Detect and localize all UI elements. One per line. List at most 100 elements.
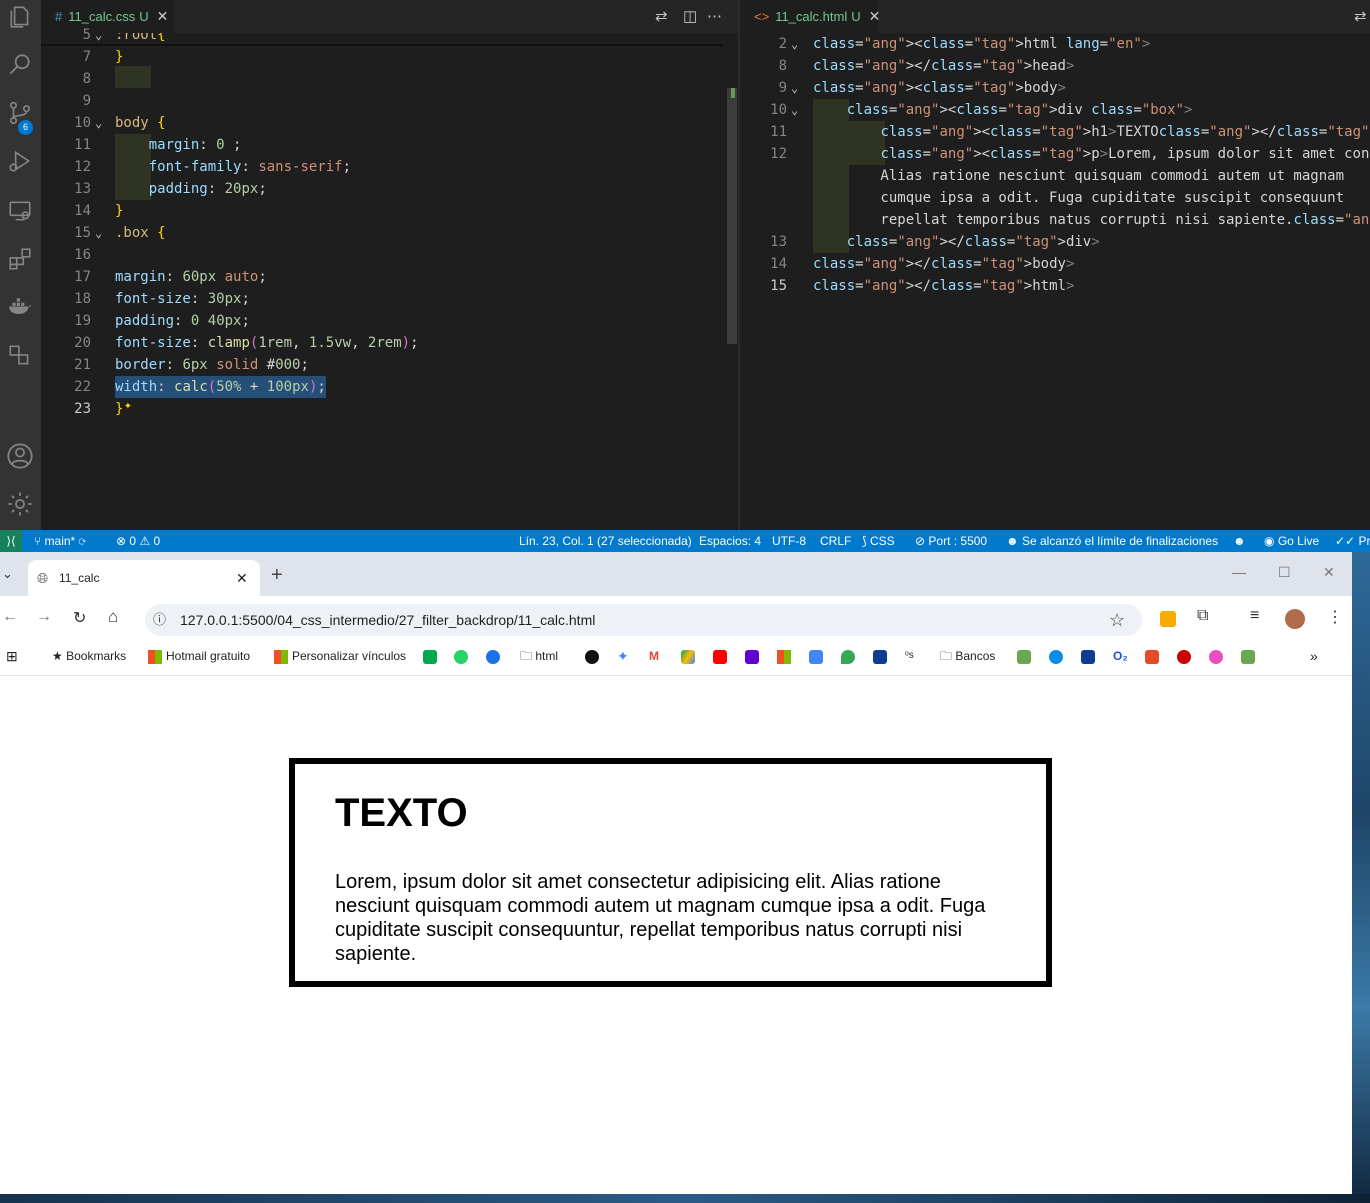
maximize-button[interactable]: ☐ — [1278, 564, 1291, 581]
bookmark-personalizar[interactable]: Personalizar vínculos — [274, 642, 406, 676]
code-line[interactable]: padding: 0 40px; — [115, 310, 250, 332]
bookmark-bookmarks[interactable]: ★ Bookmarks — [52, 642, 126, 676]
bookmark-maps[interactable] — [841, 642, 857, 676]
code-line[interactable]: font-size: 30px; — [115, 288, 250, 310]
close-icon[interactable]: ✕ — [869, 8, 881, 24]
code-line[interactable]: class="ang"></class="tag">head> — [813, 55, 1074, 77]
bookmark-ext-2[interactable] — [1241, 642, 1257, 676]
code-line[interactable]: class="ang"><class="tag">div class="box"… — [813, 99, 1193, 121]
sync-icon[interactable]: ⟳ — [75, 534, 86, 548]
go-live-button[interactable]: ◉ Go Live — [1264, 530, 1319, 552]
fold-chevron-icon[interactable]: ⌄ — [791, 77, 798, 99]
line-ending[interactable]: CRLF — [820, 530, 851, 552]
code-line[interactable]: } — [115, 200, 123, 222]
extension-keep-icon[interactable] — [1160, 611, 1176, 627]
more-bookmarks-icon[interactable]: » — [1310, 642, 1318, 676]
close-window-button[interactable]: ✕ — [1323, 564, 1335, 581]
bookmark-gmail[interactable]: M — [649, 642, 659, 676]
code-line[interactable]: class="ang"><class="tag">html lang="en"> — [813, 33, 1150, 55]
accounts-icon[interactable] — [4, 442, 36, 474]
bookmark-s[interactable] — [1145, 642, 1161, 676]
bookmark-ext-1[interactable] — [1017, 642, 1033, 676]
language-mode[interactable]: ⟆ CSS — [862, 530, 895, 552]
code-line[interactable]: body { — [115, 112, 166, 134]
explorer-icon[interactable] — [4, 4, 36, 36]
indentation[interactable]: Espacios: 4 — [699, 530, 761, 552]
bookmark-calendar[interactable] — [809, 642, 825, 676]
bookmark-microsoft[interactable] — [777, 642, 795, 676]
address-bar[interactable]: ⓘ 127.0.0.1:5500/04_css_intermedio/27_fi… — [145, 604, 1142, 636]
code-line[interactable]: margin: 60px auto; — [115, 266, 267, 288]
minimize-button[interactable]: — — [1232, 564, 1246, 580]
code-line[interactable]: class="ang"></class="tag">body> — [813, 253, 1074, 275]
code-line[interactable]: class="ang"><class="tag">p>Lorem, ipsum … — [813, 143, 1370, 165]
code-line[interactable]: border: 6px solid #000; — [115, 354, 309, 376]
code-line[interactable]: .box { — [115, 222, 166, 244]
problems-indicator[interactable]: ⊗ 0 ⚠ 0 — [116, 530, 160, 552]
bookmark-chat[interactable] — [486, 642, 502, 676]
bookmark-edge[interactable] — [1049, 642, 1065, 676]
live-server-port[interactable]: ⊘ Port : 5500 — [915, 530, 987, 552]
media-control-icon[interactable]: ≡ — [1250, 607, 1259, 625]
encoding[interactable]: UTF-8 — [772, 530, 806, 552]
bookmark-gemini[interactable]: ✦ — [617, 642, 629, 676]
html-editor[interactable]: <> 11_calc.html U ✕ ⇄ 2 ⌄ class="ang"><class=… — [740, 0, 1370, 530]
bookmark-star-icon[interactable]: ☆ — [1109, 604, 1125, 636]
bookmark-whatsapp[interactable] — [454, 642, 470, 676]
extensions-icon[interactable] — [4, 246, 36, 278]
bookmark-app-a2[interactable] — [1081, 642, 1097, 676]
css-editor[interactable]: #11_calc.css U ✕ ⇄ ◫ ⋯ 5 ⌄:root{7} 8 9 10 ⌄ body… — [41, 0, 738, 530]
code-line[interactable]: class="ang"><class="tag">body> — [813, 77, 1066, 99]
close-icon[interactable]: ✕ — [157, 8, 169, 24]
tab-search-icon[interactable]: ⌄ — [2, 566, 13, 582]
bookmark-flower[interactable] — [1177, 642, 1193, 676]
split-editor-icon[interactable]: ◫ — [683, 7, 697, 25]
code-line[interactable]: } — [115, 46, 123, 68]
settings-icon[interactable] — [4, 490, 36, 522]
fold-chevron-icon[interactable]: ⌄ — [95, 24, 102, 46]
code-line[interactable]: width: calc(50% + 100px); — [115, 376, 326, 398]
bookmark-hotmail[interactable]: Hotmail gratuito — [148, 642, 250, 676]
fold-chevron-icon[interactable]: ⌄ — [791, 99, 798, 121]
reload-icon[interactable]: ↻ — [73, 608, 86, 628]
copilot-sparkle-icon[interactable]: ✦ — [124, 398, 132, 413]
docker-icon[interactable] — [4, 294, 36, 326]
apps-grid-icon[interactable]: ⊞ — [6, 642, 18, 676]
back-icon[interactable]: ← — [2, 608, 18, 626]
scrollbar-thumb[interactable] — [727, 88, 737, 344]
site-info-icon[interactable]: ⓘ — [153, 604, 166, 636]
forward-icon[interactable]: → — [36, 608, 52, 626]
bookmark-youtube[interactable] — [713, 642, 729, 676]
branch-indicator[interactable]: ⑂ main* ⟳ — [34, 530, 86, 552]
code-line[interactable]: cumque ipsa a odit. Fuga cupiditate susc… — [813, 187, 1344, 209]
fold-chevron-icon[interactable]: ⌄ — [95, 112, 102, 134]
bookmark-github[interactable] — [585, 642, 601, 676]
code-line[interactable]: font-size: clamp(1rem, 1.5vw, 2rem); — [115, 332, 419, 354]
cursor-position[interactable]: Lín. 23, Col. 1 (27 seleccionada) — [519, 530, 692, 552]
new-tab-button[interactable]: + — [271, 564, 283, 587]
code-line[interactable]: padding: 20px; — [115, 178, 267, 200]
home-icon[interactable]: ⌂ — [108, 607, 118, 627]
bookmark-os[interactable]: ᵒs — [905, 642, 914, 676]
bookmark-app-a[interactable] — [873, 642, 889, 676]
profile-avatar[interactable] — [1285, 609, 1305, 629]
code-line[interactable]: margin: 0 ; — [115, 134, 242, 156]
remote-indicator[interactable]: ⟩⟨ — [0, 530, 22, 552]
open-changes-icon[interactable]: ⇄ — [655, 7, 668, 25]
menu-kebab-icon[interactable]: ⋮ — [1327, 607, 1343, 627]
copilot-status[interactable]: ☻ Se alcanzó el límite de finalizaciones — [1006, 530, 1218, 552]
code-line[interactable]: class="ang"></class="tag">div> — [813, 231, 1100, 253]
code-line[interactable]: } — [115, 398, 123, 420]
code-line[interactable]: font-family: sans-serif; — [115, 156, 351, 178]
code-line[interactable]: class="ang"></class="tag">html> — [813, 275, 1074, 297]
more-actions-icon[interactable]: ⋯ — [707, 7, 722, 25]
fold-chevron-icon[interactable]: ⌄ — [95, 222, 102, 244]
bookmark-yahoo-mail[interactable] — [745, 642, 761, 676]
open-changes-icon[interactable]: ⇄ — [1354, 7, 1367, 25]
remote-explorer-icon[interactable] — [4, 198, 36, 230]
close-tab-icon[interactable]: ✕ — [236, 560, 248, 596]
bookmark-folder-html[interactable]: 🗀 html — [520, 642, 558, 676]
run-debug-icon[interactable] — [4, 148, 36, 180]
timeline-icon[interactable] — [4, 342, 36, 374]
bookmark-octopus[interactable] — [1209, 642, 1225, 676]
